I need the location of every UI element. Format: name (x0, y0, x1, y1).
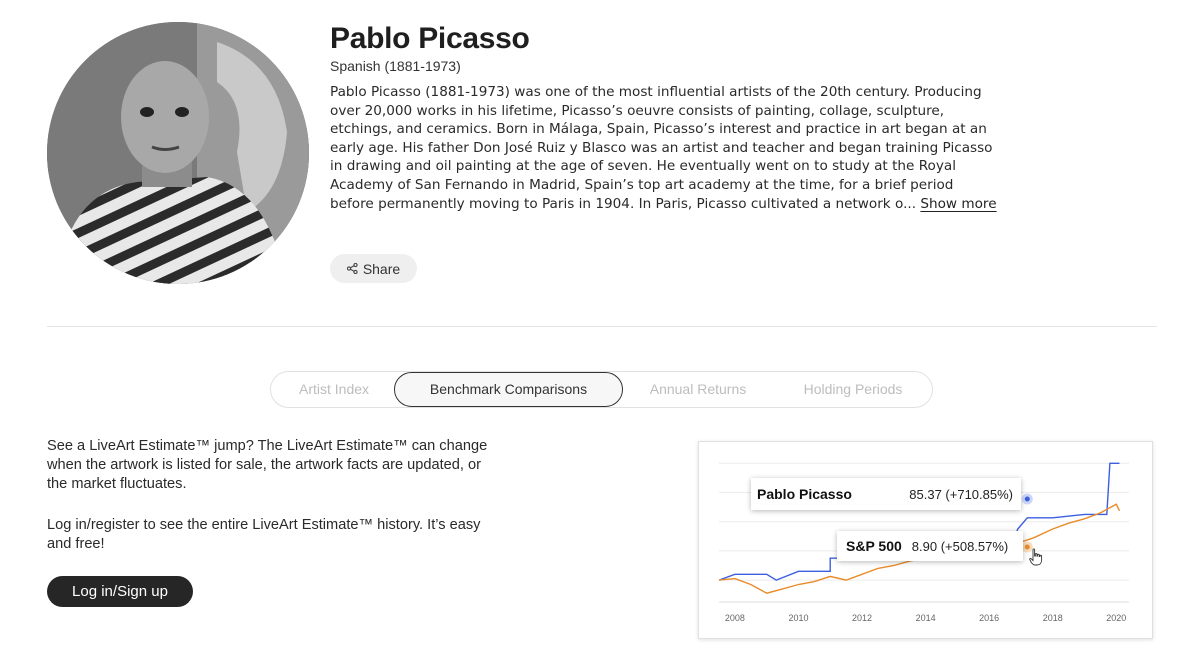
x-tick-label: 2010 (788, 613, 808, 623)
tooltip-benchmark-value: 8.90 (+508.57%) (911, 538, 1009, 554)
x-tick-label: 2018 (1043, 613, 1063, 623)
tooltip-artist: Pablo Picasso 85.37 (+710.85%) (751, 478, 1021, 510)
x-tick-label: 2008 (725, 613, 745, 623)
artist-name: Pablo Picasso (330, 22, 530, 55)
tab-holding-periods[interactable]: Holding Periods (785, 372, 921, 407)
artist-portrait (47, 22, 309, 284)
section-divider (47, 326, 1157, 327)
tooltip-artist-name: Pablo Picasso (757, 486, 852, 502)
tab-benchmark-comparisons[interactable]: Benchmark Comparisons (394, 372, 623, 407)
chart-tab-bar: Artist Index Benchmark Comparisons Annua… (270, 371, 933, 408)
tooltip-benchmark-name: S&P 500 (846, 538, 902, 554)
x-tick-label: 2020 (1106, 613, 1126, 623)
share-icon (346, 261, 358, 277)
artist-nationality-dates: Spanish (1881-1973) (330, 58, 461, 74)
share-button[interactable]: Share (330, 254, 417, 283)
tooltip-artist-value: 85.37 (+710.85%) (909, 486, 1013, 502)
share-label: Share (362, 260, 401, 277)
x-tick-label: 2012 (852, 613, 872, 623)
tab-annual-returns[interactable]: Annual Returns (634, 372, 762, 407)
login-signup-button[interactable]: Log in/Sign up (47, 576, 193, 607)
x-tick-label: 2016 (979, 613, 999, 623)
benchmark-chart[interactable]: 2008 2010 2012 2014 2016 2018 2020 Pablo Picas… (698, 441, 1153, 639)
login-prompt-text: Log in/register to see the entire LiveAr… (47, 517, 481, 552)
estimate-info-text: See a LiveArt Estimate™ jump? The LiveAr… (47, 438, 488, 492)
artist-bio-text: Pablo Picasso (1881-1973) was one of the… (330, 84, 993, 212)
hover-point-artist (1021, 493, 1033, 505)
artist-bio: Pablo Picasso (1881-1973) was one of the… (330, 83, 1000, 213)
show-more-link[interactable]: Show more (920, 196, 996, 212)
x-tick-label: 2014 (916, 613, 936, 623)
tab-artist-index[interactable]: Artist Index (283, 372, 385, 407)
tooltip-benchmark: S&P 500 8.90 (+508.57%) (837, 531, 1023, 561)
